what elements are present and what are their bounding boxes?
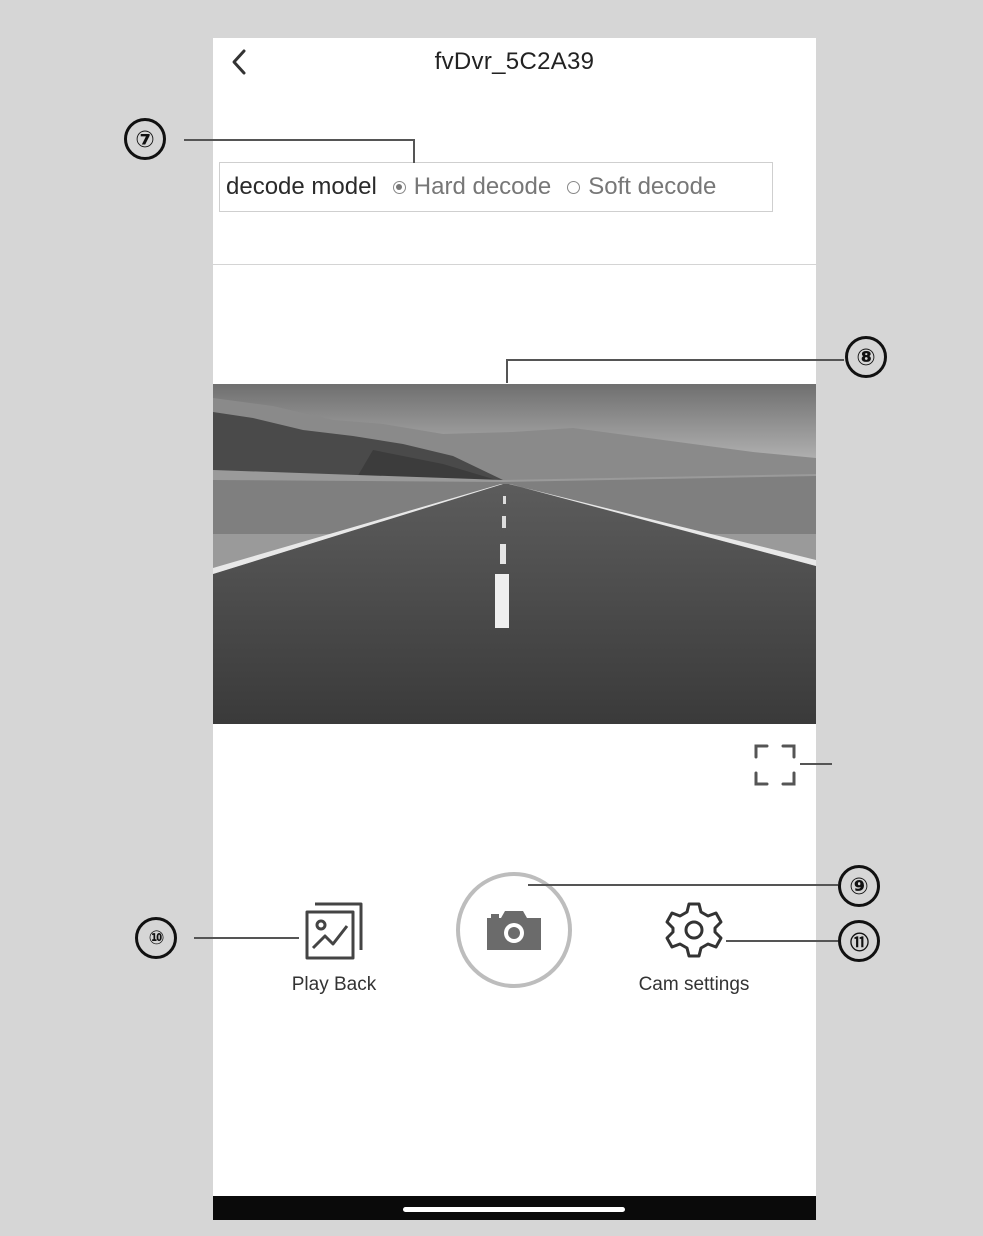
- radio-unchecked-icon: [567, 180, 581, 194]
- radio-soft-decode-label: Soft decode: [588, 173, 717, 200]
- camera-icon: [487, 911, 541, 950]
- playback-button[interactable]: Play Back: [283, 900, 385, 996]
- playback-label: Play Back: [291, 974, 377, 995]
- fullscreen-button[interactable]: [753, 743, 797, 787]
- live-video-preview[interactable]: [213, 384, 816, 724]
- callout-7: ⑦: [124, 118, 166, 160]
- callout-9: ⑨: [838, 865, 880, 907]
- callout-7-leader-drop: [413, 139, 415, 163]
- radio-checked-icon: [392, 180, 406, 194]
- callout-10: ⑩: [135, 917, 177, 959]
- home-indicator[interactable]: [403, 1207, 625, 1212]
- divider: [213, 264, 816, 265]
- road-preview-image: [213, 384, 816, 724]
- gallery-icon: [305, 902, 363, 960]
- radio-hard-decode-label: Hard decode: [413, 173, 552, 200]
- callout-9-leader: [528, 884, 838, 886]
- callout-8: ⑧: [845, 336, 887, 378]
- decode-model-group: decode model Hard decode Soft decode: [219, 162, 773, 212]
- callout-8-leader-drop: [506, 359, 508, 383]
- gear-icon: [665, 902, 723, 958]
- callout-11-leader: [726, 940, 838, 942]
- header: fvDvr_5C2A39: [213, 38, 816, 88]
- cam-settings-button[interactable]: Cam settings: [623, 898, 765, 996]
- fullscreen-icon: [754, 744, 796, 786]
- capture-photo-button[interactable]: [456, 872, 572, 988]
- radio-hard-decode[interactable]: Hard decode: [392, 173, 552, 201]
- decode-model-label: decode model: [226, 173, 377, 200]
- callout-7-leader: [184, 139, 415, 141]
- callout-11: ⑪: [838, 920, 880, 962]
- app-screen: fvDvr_5C2A39 decode model Hard decode So…: [213, 38, 816, 1220]
- callout-8-leader: [506, 359, 844, 361]
- cam-settings-label: Cam settings: [638, 974, 750, 995]
- fullscreen-leader: [800, 763, 832, 765]
- page-title: fvDvr_5C2A39: [434, 48, 595, 75]
- callout-10-leader: [194, 937, 299, 939]
- radio-soft-decode[interactable]: Soft decode: [567, 173, 716, 201]
